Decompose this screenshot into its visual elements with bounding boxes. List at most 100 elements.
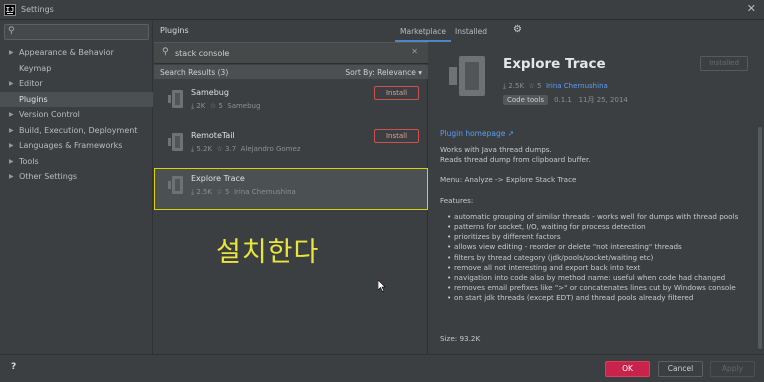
tab-installed[interactable]: Installed bbox=[455, 27, 487, 36]
plugin-name: RemoteTail bbox=[191, 131, 235, 140]
sidebar-item-keymap[interactable]: Keymap bbox=[0, 61, 153, 77]
sidebar-item-version-control[interactable]: ▶ Version Control bbox=[0, 107, 153, 123]
feature-item: remove all not interesting and export ba… bbox=[447, 263, 740, 273]
plugin-tabs: Marketplace Installed bbox=[393, 21, 533, 42]
plugins-header: Plugins bbox=[154, 21, 428, 42]
search-query: stack console bbox=[175, 49, 230, 58]
download-count: 5.2K bbox=[196, 145, 213, 153]
results-count: Search Results (3) bbox=[160, 68, 229, 77]
vendor: Samebug bbox=[227, 102, 261, 110]
sidebar-item-editor[interactable]: ▶ Editor bbox=[0, 76, 153, 92]
menu-line: Menu: Analyze -> Explore Stack Trace bbox=[440, 175, 577, 185]
features-title: Features: bbox=[440, 195, 474, 205]
settings-nav: ▶ Appearance & Behavior Keymap ▶ Editor Pl… bbox=[0, 45, 153, 185]
sidebar-item-label: Languages & Frameworks bbox=[19, 141, 123, 150]
plugin-description: Works with Java thread dumps. Reads thre… bbox=[440, 145, 740, 304]
rating: 3.7 bbox=[225, 145, 237, 153]
sidebar-item-plugins[interactable]: Plugins bbox=[0, 91, 153, 107]
sidebar-item-appearance[interactable]: ▶ Appearance & Behavior bbox=[0, 45, 153, 61]
chevron-right-icon: ▶ bbox=[9, 49, 14, 56]
feature-item: on start jdk threads (except EDT) and th… bbox=[447, 293, 740, 303]
feature-item: automatic grouping of similar threads - … bbox=[447, 212, 740, 222]
annotation-text: 설치한다 bbox=[216, 237, 320, 268]
settings-sidebar: ⚲ ▶ Appearance & Behavior Keymap ▶ Editor … bbox=[0, 21, 153, 354]
list-item[interactable]: Samebug ⤓ 2K ☆ 5 Samebug Install bbox=[154, 82, 428, 124]
version: 0.1.1 bbox=[554, 96, 572, 104]
sidebar-item-other-settings[interactable]: ▶ Other Settings bbox=[0, 169, 153, 185]
sidebar-item-languages[interactable]: ▶ Languages & Frameworks bbox=[0, 138, 153, 154]
app-logo-icon: IJ bbox=[4, 4, 16, 16]
plugin-homepage-link[interactable]: Plugin homepage ↗ bbox=[440, 129, 514, 138]
plugin-search-input[interactable]: ⚲ stack console ✕ bbox=[154, 42, 428, 64]
chevron-right-icon: ▶ bbox=[9, 111, 14, 118]
category-tag: Code tools bbox=[503, 95, 549, 105]
sidebar-item-build[interactable]: ▶ Build, Execution, Deployment bbox=[0, 123, 153, 139]
plugin-name: Explore Trace bbox=[191, 174, 245, 183]
close-icon[interactable]: ✕ bbox=[747, 2, 756, 15]
dialog-footer: ? OK Cancel Apply bbox=[0, 354, 764, 382]
chevron-right-icon: ▶ bbox=[9, 173, 14, 180]
tab-marketplace[interactable]: Marketplace bbox=[395, 27, 451, 42]
help-icon[interactable]: ? bbox=[11, 362, 25, 376]
chevron-right-icon: ▶ bbox=[9, 157, 14, 165]
plugin-meta: ⤓ 2.5K ☆ 5 Irina Chernushina bbox=[191, 188, 296, 196]
sidebar-item-label: Build, Execution, Deployment bbox=[19, 125, 138, 135]
sidebar-item-label: Tools bbox=[19, 156, 39, 166]
sidebar-item-label: Other Settings bbox=[19, 172, 78, 181]
apply-button[interactable]: Apply bbox=[710, 361, 755, 377]
chevron-right-icon: ▶ bbox=[9, 142, 14, 149]
plugin-detail-panel: Explore Trace Installed ⤓ 2.5K ☆ 5 Irina… bbox=[429, 42, 764, 354]
feature-item: removes email prefixes like ">" or conca… bbox=[447, 283, 740, 293]
page-title: Plugins bbox=[160, 26, 189, 35]
install-button[interactable]: Install bbox=[374, 129, 419, 143]
window-title: Settings bbox=[21, 5, 54, 14]
feature-item: navigation into code also by method name… bbox=[447, 273, 740, 283]
plugin-meta: ⤓ 5.2K ☆ 3.7 Alejandro Gomez bbox=[191, 145, 301, 153]
mouse-cursor-icon bbox=[378, 280, 386, 292]
chevron-right-icon: ▶ bbox=[9, 80, 14, 87]
search-icon: ⚲ bbox=[162, 47, 169, 57]
sidebar-item-tools[interactable]: ▶ Tools bbox=[0, 154, 153, 170]
sidebar-item-label: Appearance & Behavior bbox=[19, 48, 114, 57]
clear-icon[interactable]: ✕ bbox=[411, 47, 418, 56]
list-item-selected[interactable]: Explore Trace ⤓ 2.5K ☆ 5 Irina Chernushi… bbox=[154, 168, 428, 210]
sort-dropdown[interactable]: Sort By: Relevance ▾ bbox=[345, 68, 422, 77]
sidebar-item-label: Keymap bbox=[19, 63, 52, 73]
gear-icon[interactable]: ⚙ bbox=[513, 24, 522, 35]
description-line: Works with Java thread dumps. bbox=[440, 145, 552, 154]
chevron-right-icon: ▶ bbox=[9, 126, 14, 134]
plugin-icon bbox=[168, 90, 183, 108]
ok-button[interactable]: OK bbox=[605, 361, 650, 377]
feature-item: filters by thread category (jdk/pools/so… bbox=[447, 253, 740, 263]
list-item[interactable]: RemoteTail ⤓ 5.2K ☆ 3.7 Alejandro Gomez … bbox=[154, 125, 428, 167]
install-button[interactable]: Install bbox=[374, 86, 419, 100]
plugin-icon-large bbox=[449, 56, 485, 96]
sidebar-item-label: Version Control bbox=[19, 110, 80, 119]
release-date: 11月 25, 2014 bbox=[578, 96, 628, 104]
feature-item: patterns for socket, I/O, waiting for pr… bbox=[447, 222, 740, 232]
plugin-meta: ⤓ 2K ☆ 5 Samebug bbox=[191, 102, 261, 110]
plugin-size: Size: 93.2K bbox=[440, 334, 481, 343]
feature-item: prioritizes by different factors bbox=[447, 232, 740, 242]
feature-item: allows view editing - reorder or delete … bbox=[447, 242, 740, 252]
plugin-name: Samebug bbox=[191, 88, 229, 97]
download-count: 2.5K bbox=[508, 82, 525, 90]
features-list: automatic grouping of similar threads - … bbox=[440, 212, 740, 304]
rating: 5 bbox=[225, 188, 230, 196]
settings-search-input[interactable]: ⚲ bbox=[4, 24, 149, 40]
author-link[interactable]: Irina Chernushina bbox=[546, 82, 608, 90]
detail-title: Explore Trace bbox=[503, 56, 606, 72]
detail-meta: ⤓ 2.5K ☆ 5 Irina Chernushina bbox=[503, 82, 608, 90]
rating: 5 bbox=[218, 102, 223, 110]
cancel-button[interactable]: Cancel bbox=[658, 361, 703, 377]
detail-scrollbar[interactable] bbox=[758, 127, 762, 349]
download-count: 2.5K bbox=[196, 188, 213, 196]
description-line: Reads thread dump from clipboard buffer. bbox=[440, 155, 591, 165]
vendor: Alejandro Gomez bbox=[240, 145, 301, 153]
detail-tags: Code tools 0.1.1 11月 25, 2014 bbox=[503, 95, 628, 105]
rating: 5 bbox=[537, 82, 542, 90]
vendor: Irina Chernushina bbox=[233, 188, 296, 196]
results-bar: Search Results (3) Sort By: Relevance ▾ bbox=[154, 65, 428, 79]
plugin-icon bbox=[168, 133, 183, 151]
search-icon: ⚲ bbox=[8, 26, 15, 36]
